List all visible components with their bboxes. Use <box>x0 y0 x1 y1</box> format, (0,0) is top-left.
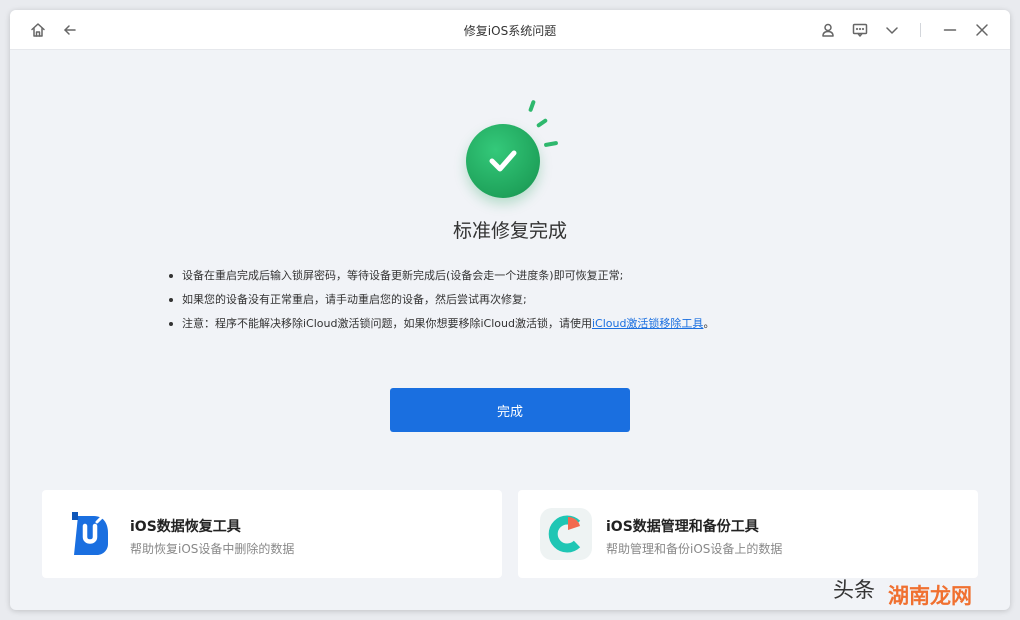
check-circle-icon <box>466 124 540 198</box>
close-icon[interactable] <box>972 20 992 40</box>
sparkle-ray <box>535 117 549 129</box>
data-backup-card[interactable]: iOS数据管理和备份工具 帮助管理和备份iOS设备上的数据 <box>518 490 978 578</box>
card-subtitle: 帮助恢复iOS设备中删除的数据 <box>130 542 295 556</box>
card-title: iOS数据恢复工具 <box>130 519 241 535</box>
icloud-tool-link[interactable]: iCloud激活锁移除工具 <box>592 317 703 330</box>
app-window: 修复iOS系统问题 标准修复完成 设备在重启完成后输入锁屏密码，等待设备更新完成… <box>10 10 1010 610</box>
title-bar: 修复iOS系统问题 <box>10 10 1010 50</box>
data-recovery-card[interactable]: iOS数据恢复工具 帮助恢复iOS设备中删除的数据 <box>42 490 502 578</box>
result-headline: 标准修复完成 <box>452 220 567 242</box>
note-text: 注意：程序不能解决移除iCloud激活锁问题，如果你想要移除iCloud激活锁，… <box>182 317 592 330</box>
data-recovery-logo-icon <box>72 512 108 555</box>
list-item: 注意：程序不能解决移除iCloud激活锁问题，如果你想要移除iCloud激活锁，… <box>168 312 714 336</box>
minimize-icon[interactable] <box>940 20 960 40</box>
titlebar-divider <box>920 23 921 37</box>
message-icon[interactable] <box>850 20 870 40</box>
sparkle-ray <box>528 99 536 113</box>
done-button[interactable]: 完成 <box>390 388 630 432</box>
sparkle-ray <box>543 140 559 148</box>
user-icon[interactable] <box>818 20 838 40</box>
success-illustration <box>460 98 570 208</box>
note-punct: 。 <box>703 317 715 330</box>
watermark-logo: 湖南龙网 <box>888 584 972 608</box>
card-title: iOS数据管理和备份工具 <box>606 519 759 535</box>
card-subtitle: 帮助管理和备份iOS设备上的数据 <box>606 542 783 556</box>
data-backup-logo-icon <box>540 508 592 560</box>
instruction-list: 设备在重启完成后输入锁屏密码，等待设备更新完成后(设备会走一个进度条)即可恢复正… <box>168 264 714 336</box>
list-item: 设备在重启完成后输入锁屏密码，等待设备更新完成后(设备会走一个进度条)即可恢复正… <box>168 264 714 288</box>
chevron-down-icon[interactable] <box>882 20 902 40</box>
list-item: 如果您的设备没有正常重启，请手动重启您的设备，然后尝试再次修复; <box>168 288 714 312</box>
watermark-text: 头条 <box>833 578 875 602</box>
